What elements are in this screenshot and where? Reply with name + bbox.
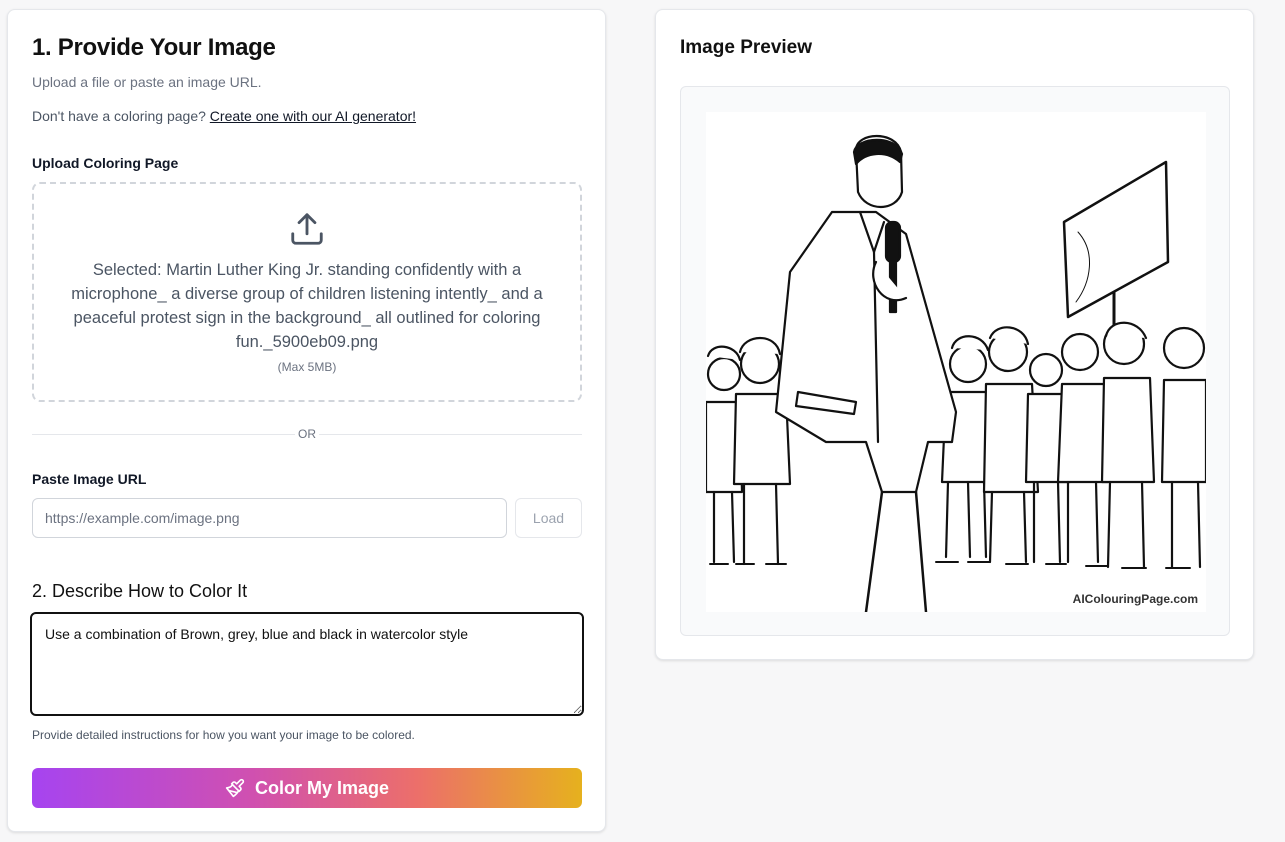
generator-link[interactable]: Create one with our AI generator! xyxy=(210,108,416,124)
shoes-row xyxy=(709,561,1191,569)
preview-image: AIColouringPage.com xyxy=(706,112,1206,612)
provide-image-card: 1. Provide Your Image Upload a file or p… xyxy=(7,9,606,832)
coloring-page-illustration xyxy=(706,135,1206,612)
color-my-image-label: Color My Image xyxy=(254,777,390,798)
section-subtitle: Upload a file or paste an image URL. xyxy=(32,74,262,90)
color-my-image-button[interactable]: Color My Image xyxy=(32,768,582,808)
upload-label: Upload Coloring Page xyxy=(32,155,179,171)
describe-hint: Provide detailed instructions for how yo… xyxy=(32,728,415,742)
children-right xyxy=(940,321,1206,569)
speaker-figure xyxy=(774,135,958,612)
upload-dropzone[interactable]: Selected: Martin Luther King Jr. standin… xyxy=(32,182,582,402)
upload-icon xyxy=(291,213,323,245)
watermark-text: AIColouringPage.com xyxy=(1072,592,1198,606)
describe-title: 2. Describe How to Color It xyxy=(32,581,248,601)
section-title: 1. Provide Your Image xyxy=(32,34,276,61)
generator-line: Don't have a coloring page? Create one w… xyxy=(32,108,416,124)
load-button[interactable]: Load xyxy=(515,498,582,538)
generator-prompt: Don't have a coloring page? xyxy=(32,108,206,124)
children-left xyxy=(706,337,792,566)
selected-file-text: Selected: Martin Luther King Jr. standin… xyxy=(71,261,543,351)
paintbrush-icon xyxy=(225,778,245,798)
image-preview-card: Image Preview AIColouringPage.com xyxy=(655,9,1254,660)
preview-frame: AIColouringPage.com xyxy=(680,86,1230,636)
preview-title: Image Preview xyxy=(680,37,813,58)
or-label: OR xyxy=(295,426,319,442)
url-label: Paste Image URL xyxy=(32,471,147,487)
color-instructions-textarea[interactable] xyxy=(30,612,584,716)
image-url-input[interactable] xyxy=(32,498,507,538)
max-size-note: (Max 5MB) xyxy=(277,360,337,374)
